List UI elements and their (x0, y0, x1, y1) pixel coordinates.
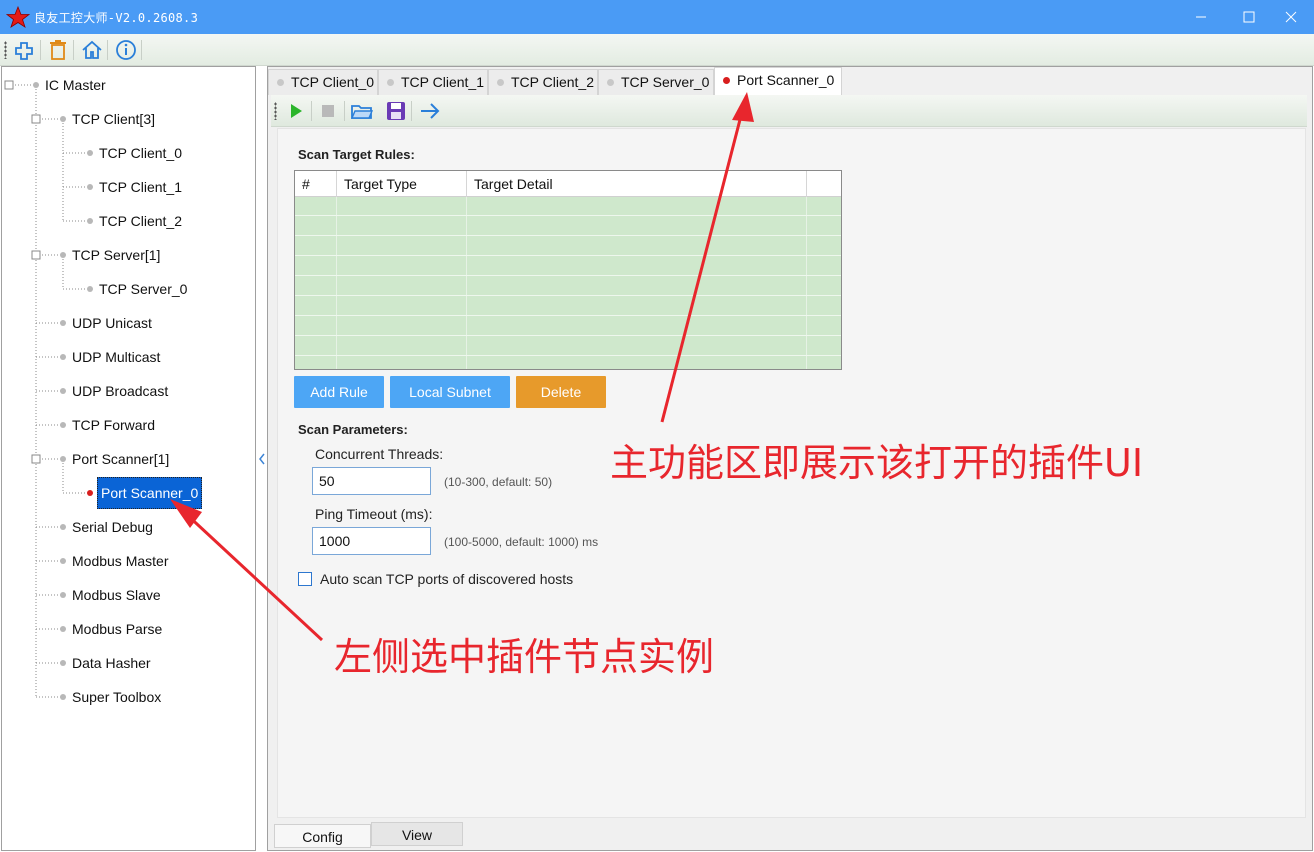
tab-view[interactable]: View (371, 822, 463, 846)
add-plugin-icon[interactable] (11, 38, 37, 62)
tab-label: Port Scanner_0 (737, 72, 835, 88)
toolbar-separator (344, 101, 345, 121)
column-header-target-type[interactable]: Target Type (337, 171, 467, 197)
threads-hint: (10-300, default: 50) (444, 475, 553, 489)
table-grid-line (295, 235, 841, 236)
table-grid-line (466, 197, 467, 369)
toolbar-separator (73, 40, 74, 60)
auto-scan-label[interactable]: Auto scan TCP ports of discovered hosts (320, 571, 573, 587)
app-star-icon (6, 6, 30, 28)
minimize-icon[interactable] (1178, 0, 1224, 34)
tree-node-tcp-client-2[interactable]: TCP Client_2 (99, 211, 182, 231)
start-play-icon[interactable] (283, 99, 309, 123)
table-grid-line (295, 215, 841, 216)
tab-tcp-client-0[interactable]: TCP Client_0 (268, 69, 378, 95)
table-grid-line (295, 295, 841, 296)
tab-tcp-client-2[interactable]: TCP Client_2 (488, 69, 598, 95)
tree-node-modbus-master[interactable]: Modbus Master (72, 551, 168, 571)
tree-node-data-hasher[interactable]: Data Hasher (72, 653, 151, 673)
tab-tcp-server-0[interactable]: TCP Server_0 (598, 69, 714, 95)
tab-dot-icon (497, 79, 504, 86)
delete-rule-button[interactable]: Delete (516, 376, 606, 408)
tree-node-root[interactable]: IC Master (45, 75, 106, 95)
window-title: 良友工控大师-V2.0.2608.3 (34, 11, 199, 25)
tree-node-modbus-parse[interactable]: Modbus Parse (72, 619, 162, 639)
tab-label: TCP Client_2 (511, 74, 595, 90)
tab-dot-icon (387, 79, 394, 86)
tab-active-dot-icon (723, 77, 730, 84)
tab-dot-icon (277, 79, 284, 86)
tree-node-port-scanner-group[interactable]: Port Scanner[1] (72, 449, 169, 469)
tab-tcp-client-1[interactable]: TCP Client_1 (378, 69, 488, 95)
tree-node-udp-unicast[interactable]: UDP Unicast (72, 313, 152, 333)
toolbar-grip[interactable] (274, 102, 277, 120)
tree-node-tcp-server-group[interactable]: TCP Server[1] (72, 245, 160, 265)
tree-node-tcp-forward[interactable]: TCP Forward (72, 415, 155, 435)
info-icon[interactable] (113, 38, 139, 62)
tree-node-modbus-slave[interactable]: Modbus Slave (72, 585, 161, 605)
threads-label: Concurrent Threads: (315, 446, 444, 462)
toolbar-separator (141, 40, 142, 60)
toolbar-separator (411, 101, 412, 121)
tree-node-udp-broadcast[interactable]: UDP Broadcast (72, 381, 168, 401)
auto-scan-checkbox[interactable] (298, 572, 312, 586)
tree-node-tcp-client-1[interactable]: TCP Client_1 (99, 177, 182, 197)
open-folder-icon[interactable] (349, 99, 375, 123)
tree-node-port-scanner-0[interactable]: Port Scanner_0 (97, 477, 203, 509)
plugin-tree[interactable]: IC Master TCP Client[3] TCP Client_0 TCP… (1, 66, 256, 851)
column-header-index[interactable]: # (295, 171, 337, 197)
table-grid-line (295, 255, 841, 256)
table-grid-line (295, 315, 841, 316)
scan-rules-title: Scan Target Rules: (298, 147, 415, 162)
toolbar-separator (107, 40, 108, 60)
add-rule-button[interactable]: Add Rule (294, 376, 384, 408)
concurrent-threads-input[interactable]: 50 (312, 467, 431, 495)
column-header-target-detail[interactable]: Target Detail (467, 171, 807, 197)
plugin-toolbar (271, 95, 1307, 127)
tab-label: TCP Client_0 (291, 74, 375, 90)
tree-node-tcp-client-group[interactable]: TCP Client[3] (72, 109, 155, 129)
save-icon[interactable] (383, 99, 409, 123)
table-header: # Target Type Target Detail (295, 171, 841, 197)
toolbar-separator (40, 40, 41, 60)
table-grid-line (295, 275, 841, 276)
tree-node-tcp-client-0[interactable]: TCP Client_0 (99, 143, 182, 163)
tree-node-super-toolbox[interactable]: Super Toolbox (72, 687, 161, 707)
tab-label: TCP Client_1 (401, 74, 485, 90)
annotation-main-area: 主功能区即展示该打开的插件UI (610, 441, 1144, 485)
close-icon[interactable] (1268, 0, 1314, 34)
arrow-right-icon[interactable] (417, 99, 443, 123)
local-subnet-button[interactable]: Local Subnet (390, 376, 510, 408)
tab-label: TCP Server_0 (621, 74, 710, 90)
main-toolbar (0, 34, 1314, 66)
tree-node-serial-debug[interactable]: Serial Debug (72, 517, 153, 537)
title-bar: 良友工控大师-V2.0.2608.3 (0, 0, 1314, 34)
timeout-label: Ping Timeout (ms): (315, 506, 433, 522)
tab-port-scanner-0[interactable]: Port Scanner_0 (714, 67, 842, 95)
timeout-hint: (100-5000, default: 1000) ms (444, 535, 599, 549)
delete-icon[interactable] (45, 38, 71, 62)
stop-icon[interactable] (315, 99, 341, 123)
maximize-icon[interactable] (1226, 0, 1272, 34)
table-grid-line (295, 335, 841, 336)
tree-node-udp-multicast[interactable]: UDP Multicast (72, 347, 160, 367)
table-grid-line (295, 355, 841, 356)
home-icon[interactable] (79, 38, 105, 62)
tab-dot-icon (607, 79, 614, 86)
table-grid-line (806, 197, 807, 369)
collapse-panel-chevron-left-icon[interactable] (257, 452, 267, 466)
table-grid-line (336, 197, 337, 369)
toolbar-grip[interactable] (4, 41, 7, 59)
active-node-dot-icon (87, 490, 93, 496)
tab-config[interactable]: Config (274, 824, 371, 848)
annotation-left-select: 左侧选中插件节点实例 (334, 635, 715, 679)
scan-rules-table[interactable]: # Target Type Target Detail (294, 170, 842, 370)
ping-timeout-input[interactable]: 1000 (312, 527, 431, 555)
scan-params-title: Scan Parameters: (298, 422, 408, 437)
tree-node-tcp-server-0[interactable]: TCP Server_0 (99, 279, 187, 299)
toolbar-separator (311, 101, 312, 121)
